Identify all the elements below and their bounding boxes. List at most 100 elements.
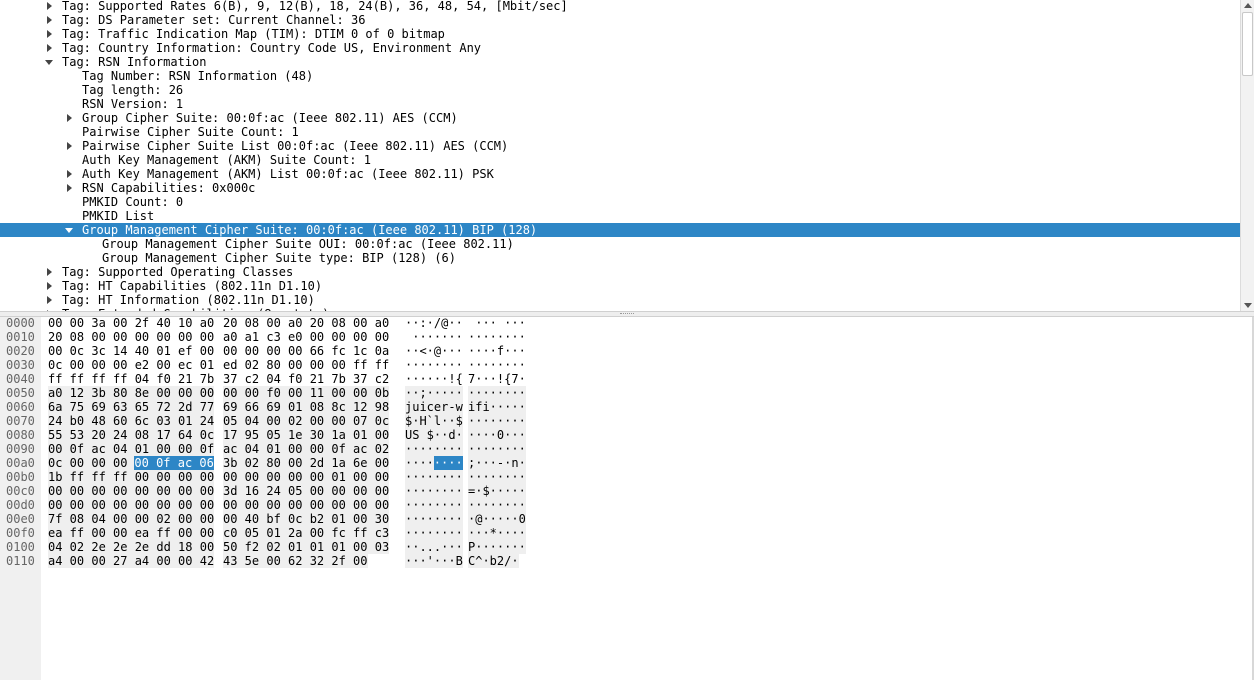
tree-row[interactable]: Tag: Traffic Indication Map (TIM): DTIM … <box>0 27 1240 41</box>
hex-bytes-first-half: 24 b0 48 60 6c 03 01 24 <box>48 414 215 428</box>
hex-line[interactable]: 0060 6a 75 69 63 65 72 2d 77 69 66 69 01 0… <box>0 400 530 414</box>
collapsed-arrow-icon[interactable] <box>45 265 55 279</box>
ascii-first-half: ···'···B <box>405 554 463 568</box>
tree-row-selected[interactable]: Group Management Cipher Suite: 00:0f:ac … <box>0 223 1240 237</box>
tree-row[interactable]: PMKID List <box>0 209 1240 223</box>
tree-row-label: RSN Version: 1 <box>82 97 184 111</box>
hex-bytes-second-half: a0 a1 c3 e0 00 00 00 00 <box>223 330 390 344</box>
hex-bytes-second-half: 3b 02 80 00 2d 1a 6e 00 <box>223 456 390 470</box>
hex-bytes-first-half: 55 53 20 24 08 17 64 0c <box>48 428 215 442</box>
hex-line[interactable]: 0100 04 02 2e 2e 2e dd 18 00 50 f2 02 01 0… <box>0 540 530 554</box>
hex-bytes-first-half: 00 00 00 00 00 00 00 00 <box>48 484 215 498</box>
tree-row[interactable]: Tag: DS Parameter set: Current Channel: … <box>0 13 1240 27</box>
tree-row[interactable]: PMKID Count: 0 <box>0 195 1240 209</box>
tree-row[interactable]: Tag length: 26 <box>0 83 1240 97</box>
hex-bytes-first-half: 00 0c 3c 14 40 01 ef 00 <box>48 344 215 358</box>
tree-row[interactable]: Auth Key Management (AKM) Suite Count: 1 <box>0 153 1240 167</box>
tree-row[interactable]: RSN Capabilities: 0x000c <box>0 181 1240 195</box>
packet-details-tree[interactable]: Tag: Supported Rates 6(B), 9, 12(B), 18,… <box>0 0 1254 311</box>
scroll-up-arrow-icon[interactable] <box>1241 0 1254 12</box>
tree-scrollbar[interactable] <box>1240 0 1254 311</box>
expanded-arrow-icon[interactable] <box>45 55 55 69</box>
tree-row[interactable]: Tag: HT Information (802.11n D1.10) <box>0 293 1240 307</box>
tree-row[interactable]: Group Management Cipher Suite OUI: 00:0f… <box>0 237 1240 251</box>
byte-offset: 0050 <box>6 386 35 400</box>
tree-row[interactable]: Group Management Cipher Suite type: BIP … <box>0 251 1240 265</box>
collapsed-arrow-icon[interactable] <box>65 181 75 195</box>
selected-ascii-bytes[interactable]: ···· <box>433 456 463 470</box>
ascii-second-half: ;···-·n· <box>468 456 526 470</box>
hex-line[interactable]: 0010 20 08 00 00 00 00 00 00 a0 a1 c3 e0 0… <box>0 330 530 344</box>
hex-line[interactable]: 00d0 00 00 00 00 00 00 00 00 00 00 00 00 0… <box>0 498 530 512</box>
tree-row[interactable]: Tag: Supported Rates 6(B), 9, 12(B), 18,… <box>0 0 1240 13</box>
selected-hex-bytes[interactable]: 00 0f ac 06 <box>134 456 214 470</box>
ascii-second-half: P······· <box>468 540 526 554</box>
collapsed-arrow-icon[interactable] <box>65 167 75 181</box>
byte-offset: 0090 <box>6 442 35 456</box>
hex-line[interactable]: 00c0 00 00 00 00 00 00 00 00 3d 16 24 05 0… <box>0 484 530 498</box>
collapsed-arrow-icon[interactable] <box>45 293 55 307</box>
tree-row[interactable]: Pairwise Cipher Suite Count: 1 <box>0 125 1240 139</box>
scroll-down-arrow-icon[interactable] <box>1241 299 1254 311</box>
tree-row[interactable]: Group Cipher Suite: 00:0f:ac (Ieee 802.1… <box>0 111 1240 125</box>
ascii-second-half: ···*···· <box>468 526 526 540</box>
byte-offset: 00c0 <box>6 484 35 498</box>
hex-bytes-second-half: 05 04 00 02 00 00 07 0c <box>223 414 390 428</box>
expanded-arrow-icon[interactable] <box>65 223 75 237</box>
hex-line[interactable]: 0020 00 0c 3c 14 40 01 ef 00 00 00 00 00 6… <box>0 344 530 358</box>
hex-line[interactable]: 0030 0c 00 00 00 e2 00 ec 01 ed 02 80 00 0… <box>0 358 530 372</box>
hex-bytes-second-half: 00 00 f0 00 11 00 00 0b <box>223 386 390 400</box>
ascii-second-half: ·@·····0 <box>468 512 526 526</box>
tree-row[interactable]: Tag: Supported Operating Classes <box>0 265 1240 279</box>
hex-line[interactable]: 0040 ff ff ff ff 04 f0 21 7b 37 c2 04 f0 2… <box>0 372 530 386</box>
hex-bytes-first-half: 7f 08 04 00 00 02 00 00 <box>48 512 215 526</box>
tree-row-label: Tag: HT Information (802.11n D1.10) <box>62 293 315 307</box>
hex-bytes-first-half: ff ff ff ff 04 f0 21 7b <box>48 372 215 386</box>
tree-row-label: PMKID Count: 0 <box>82 195 184 209</box>
tree-row[interactable]: Tag Number: RSN Information (48) <box>0 69 1240 83</box>
tree-row[interactable]: RSN Version: 1 <box>0 97 1240 111</box>
tree-row-label: Group Management Cipher Suite: 00:0f:ac … <box>82 223 538 237</box>
tree-row-label: Group Cipher Suite: 00:0f:ac (Ieee 802.1… <box>82 111 458 125</box>
ascii-first-half: ········ <box>405 498 463 512</box>
hex-line[interactable]: 0080 55 53 20 24 08 17 64 0c 17 95 05 1e 3… <box>0 428 530 442</box>
tree-row[interactable]: Tag: HT Capabilities (802.11n D1.10) <box>0 279 1240 293</box>
tree-row[interactable]: Auth Key Management (AKM) List 00:0f:ac … <box>0 167 1240 181</box>
hex-bytes-first-half: a4 00 00 27 a4 00 00 42 <box>48 554 215 568</box>
collapsed-arrow-icon[interactable] <box>45 13 55 27</box>
tree-row-label: Tag: Supported Operating Classes <box>62 265 294 279</box>
packet-bytes-pane[interactable]: 0000 00 00 3a 00 2f 40 10 a0 20 08 00 a0 2… <box>0 316 1254 680</box>
collapsed-arrow-icon[interactable] <box>45 279 55 293</box>
byte-offset: 0010 <box>6 330 35 344</box>
hex-line[interactable]: 00f0 ea ff 00 00 ea ff 00 00 c0 05 01 2a 0… <box>0 526 530 540</box>
collapsed-arrow-icon[interactable] <box>45 27 55 41</box>
collapsed-arrow-icon[interactable] <box>65 111 75 125</box>
ascii-first-half: US $··d· <box>405 428 463 442</box>
hex-line[interactable]: 00e0 7f 08 04 00 00 02 00 00 00 40 bf 0c b… <box>0 512 530 526</box>
tree-row[interactable]: Pairwise Cipher Suite List 00:0f:ac (Iee… <box>0 139 1240 153</box>
hex-bytes-second-half: 00 00 00 00 00 01 00 00 <box>223 470 390 484</box>
hex-line[interactable]: 0050 a0 12 3b 80 8e 00 00 00 00 00 f0 00 1… <box>0 386 530 400</box>
ascii-second-half: ··· ··· <box>468 316 526 330</box>
hex-line[interactable]: 00b0 1b ff ff ff 00 00 00 00 00 00 00 00 0… <box>0 470 530 484</box>
tree-row-label: Tag length: 26 <box>82 83 184 97</box>
hex-bytes-second-half: 3d 16 24 05 00 00 00 00 <box>223 484 390 498</box>
tree-row-label: Group Management Cipher Suite OUI: 00:0f… <box>102 237 514 251</box>
hex-line[interactable]: 0000 00 00 3a 00 2f 40 10 a0 20 08 00 a0 2… <box>0 316 530 330</box>
byte-offset: 0040 <box>6 372 35 386</box>
tree-scroll-thumb[interactable] <box>1242 12 1253 76</box>
hex-line[interactable]: 0110 a4 00 00 27 a4 00 00 42 43 5e 00 62 3… <box>0 554 530 568</box>
hex-line[interactable]: 0090 00 0f ac 04 01 00 00 0f ac 04 01 00 0… <box>0 442 530 456</box>
hex-line[interactable]: 00a0 0c 00 00 00 00 0f ac 06 3b 02 80 00 2… <box>0 456 530 470</box>
tree-row[interactable]: Tag: Country Information: Country Code U… <box>0 41 1240 55</box>
ascii-first-half: ··:·/@·· <box>405 316 463 330</box>
collapsed-arrow-icon[interactable] <box>45 0 55 13</box>
hex-bytes-first-half: 1b ff ff ff 00 00 00 00 <box>48 470 215 484</box>
ascii-first-half: ········ <box>405 470 463 484</box>
hex-line[interactable]: 0070 24 b0 48 60 6c 03 01 24 05 04 00 02 0… <box>0 414 530 428</box>
hex-bytes-first-half: 00 0f ac 04 01 00 00 0f <box>48 442 215 456</box>
splitter-grip-icon <box>620 313 634 316</box>
collapsed-arrow-icon[interactable] <box>65 139 75 153</box>
tree-row[interactable]: Tag: RSN Information <box>0 55 1240 69</box>
collapsed-arrow-icon[interactable] <box>45 41 55 55</box>
